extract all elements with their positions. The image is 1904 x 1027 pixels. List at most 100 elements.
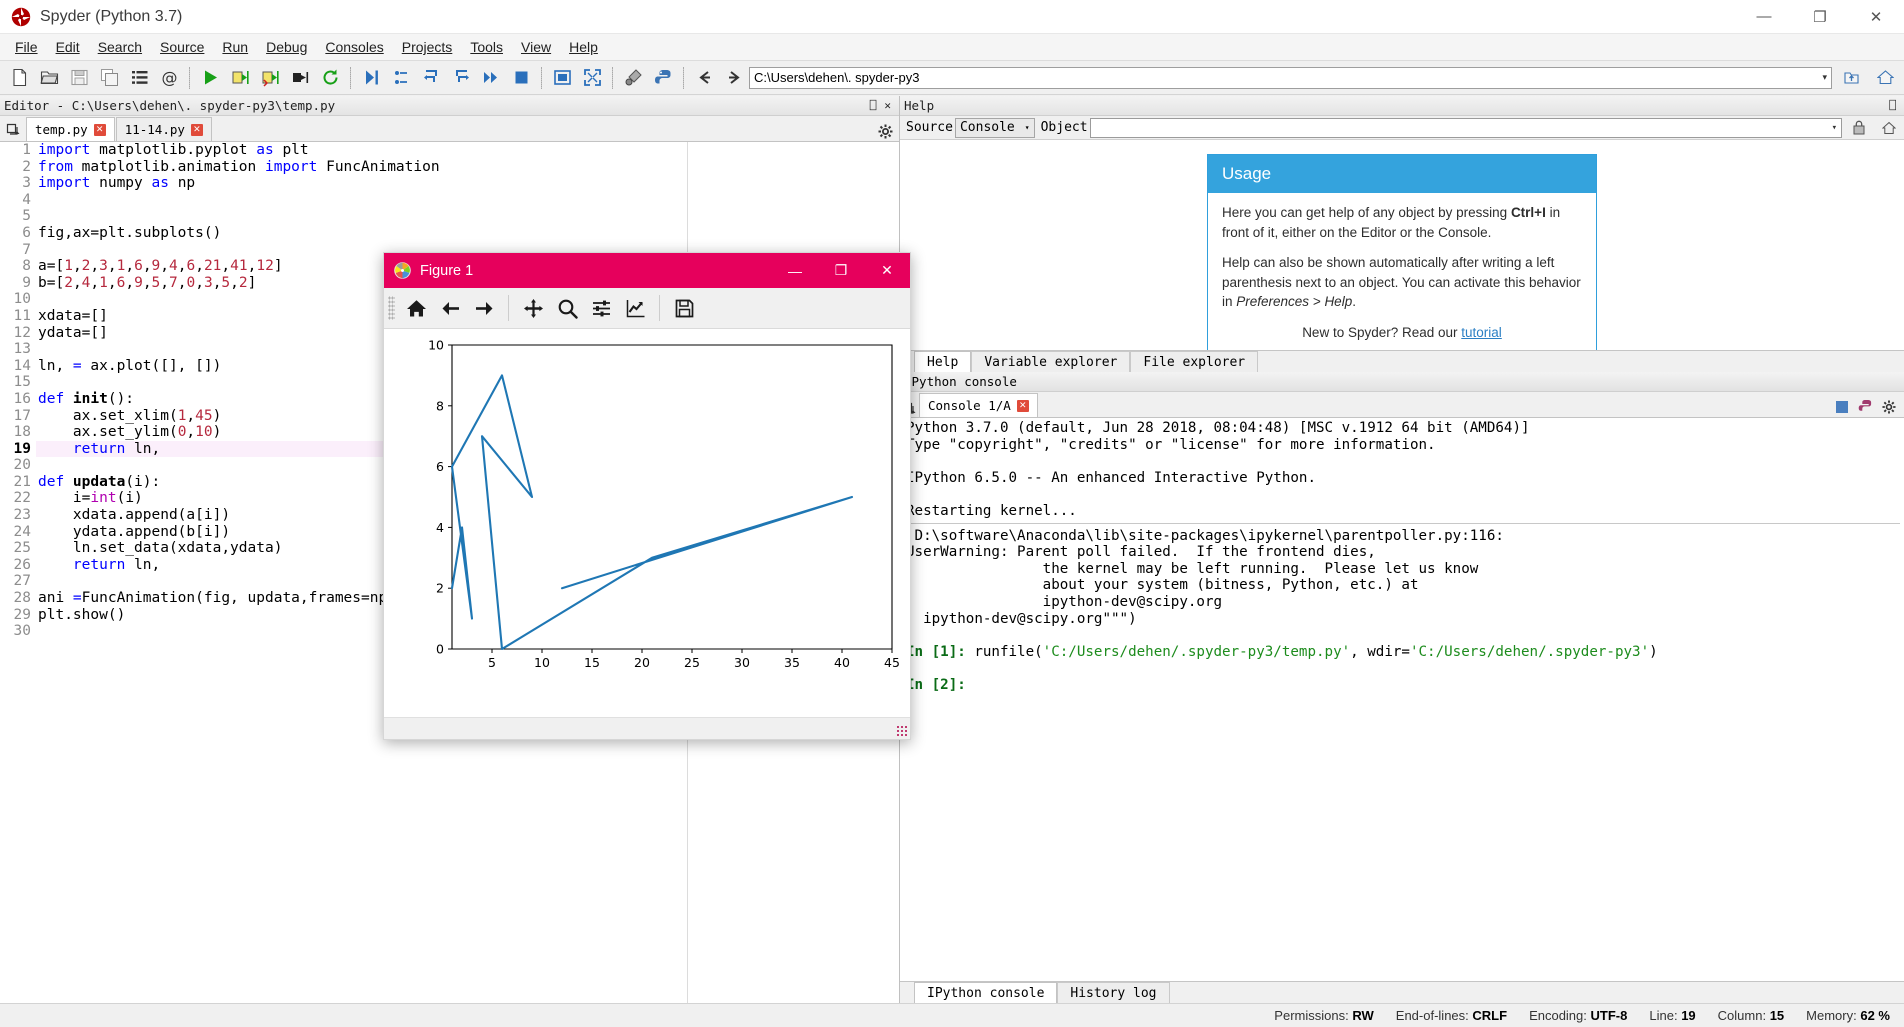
tab-file-explorer[interactable]: File explorer xyxy=(1130,351,1259,372)
code-text: ln, = ax.plot([], []) xyxy=(38,357,222,374)
menu-edit-label: Edit xyxy=(55,39,80,55)
run-selection-icon[interactable] xyxy=(285,64,315,92)
editor-tab-temp-py[interactable]: temp.py ✕ xyxy=(26,117,115,141)
step-into-icon[interactable] xyxy=(416,64,446,92)
zoom-icon[interactable] xyxy=(550,292,584,324)
parent-directory-icon[interactable] xyxy=(1836,64,1866,92)
source-select[interactable]: Console ▾ xyxy=(954,117,1035,138)
figure-canvas[interactable]: 0 2 4 6 8 10 5 10 15 20 25 30 35 40 45 xyxy=(384,329,910,717)
toolbar-drag-handle[interactable] xyxy=(388,296,395,320)
code-line[interactable]: 5 xyxy=(0,208,899,225)
help-content: Usage Here you can get help of any objec… xyxy=(900,140,1904,350)
home-icon[interactable] xyxy=(1874,114,1904,142)
object-input[interactable]: ▾ xyxy=(1089,117,1842,138)
tab-history-log[interactable]: History log xyxy=(1057,982,1170,1003)
menu-help[interactable]: Help xyxy=(560,36,607,58)
code-line[interactable]: 1 import matplotlib.pyplot as plt xyxy=(0,142,899,159)
figure-maximize-button[interactable]: ❐ xyxy=(818,253,864,288)
line-number: 14 xyxy=(0,357,36,375)
find-symbol-icon[interactable]: @ xyxy=(154,64,184,92)
menu-projects[interactable]: Projects xyxy=(393,36,462,58)
toolbar-separator-4 xyxy=(612,66,613,89)
resize-grip[interactable] xyxy=(896,725,908,737)
editor-tab-bar: temp.py ✕ 11-14.py ✕ xyxy=(0,116,899,142)
pythonpath-icon[interactable] xyxy=(1858,399,1873,414)
home-directory-icon[interactable] xyxy=(1870,64,1900,92)
code-text: import numpy as np xyxy=(38,175,196,192)
toolbar-separator xyxy=(189,66,190,89)
step-over-icon[interactable] xyxy=(386,64,416,92)
chevron-down-icon[interactable]: ▾ xyxy=(1822,72,1827,83)
save-figure-icon[interactable] xyxy=(667,292,701,324)
tab-ipython-console[interactable]: IPython console xyxy=(914,982,1058,1003)
tutorial-link[interactable]: tutorial xyxy=(1461,325,1502,340)
debug-file-icon[interactable] xyxy=(356,64,386,92)
toolbar-separator-5 xyxy=(683,66,684,89)
pythonpath-icon[interactable] xyxy=(648,64,678,92)
menu-file[interactable]: File xyxy=(6,36,47,58)
run-file-icon[interactable] xyxy=(195,64,225,92)
code-line[interactable]: 3 import numpy as np xyxy=(0,175,899,192)
step-return-icon[interactable] xyxy=(446,64,476,92)
home-icon[interactable] xyxy=(399,292,433,324)
working-directory-input[interactable]: C:\Users\dehen\. spyder-py3 ▾ xyxy=(749,66,1832,89)
continue-icon[interactable] xyxy=(476,64,506,92)
code-text: a=[1,2,3,1,6,9,4,6,21,41,12] xyxy=(38,258,283,275)
menu-run[interactable]: Run xyxy=(213,36,257,58)
pan-icon[interactable] xyxy=(516,292,550,324)
options-gear-icon[interactable] xyxy=(878,124,893,139)
save-all-icon[interactable] xyxy=(94,64,124,92)
menu-search[interactable]: Search xyxy=(89,36,151,58)
fullscreen-icon[interactable] xyxy=(577,64,607,92)
code-line[interactable]: 4 xyxy=(0,191,899,209)
close-icon[interactable]: ✕ xyxy=(190,123,203,136)
file-switcher-icon[interactable] xyxy=(124,64,154,92)
figure-minimize-button[interactable]: — xyxy=(772,253,818,288)
tab-help[interactable]: Help xyxy=(914,351,972,372)
new-file-icon[interactable] xyxy=(4,64,34,92)
figure-close-button[interactable]: ✕ xyxy=(864,253,910,288)
forward-arrow-icon[interactable] xyxy=(467,292,501,324)
chevron-down-icon[interactable]: ▾ xyxy=(1832,123,1837,133)
close-icon[interactable]: ✕ xyxy=(93,123,106,136)
minimize-button[interactable]: — xyxy=(1736,0,1792,34)
editor-tab-11-14-py[interactable]: 11-14.py ✕ xyxy=(115,117,212,141)
console-tab-1a[interactable]: Console 1/A ✕ xyxy=(919,393,1038,417)
browse-tabs-icon[interactable] xyxy=(2,119,26,141)
run-cell-icon[interactable] xyxy=(225,64,255,92)
back-icon[interactable] xyxy=(689,64,719,92)
close-button[interactable]: ✕ xyxy=(1848,0,1904,34)
rerun-icon[interactable] xyxy=(315,64,345,92)
forward-icon[interactable] xyxy=(719,64,749,92)
menu-view[interactable]: View xyxy=(512,36,560,58)
undock-icon[interactable]: ⎕ xyxy=(1889,99,1896,112)
stop-icon[interactable] xyxy=(1835,400,1849,414)
back-arrow-icon[interactable] xyxy=(433,292,467,324)
code-line[interactable]: 6 fig,ax=plt.subplots() xyxy=(0,224,899,242)
open-file-icon[interactable] xyxy=(34,64,64,92)
lock-icon[interactable] xyxy=(1844,114,1874,142)
code-line[interactable]: 2 from matplotlib.animation import FuncAn… xyxy=(0,158,899,176)
edit-axis-icon[interactable] xyxy=(618,292,652,324)
menu-edit[interactable]: Edit xyxy=(47,36,89,58)
close-icon[interactable]: ✕ xyxy=(884,99,891,112)
undock-icon[interactable]: ⎕ xyxy=(870,99,877,112)
line-number: 12 xyxy=(0,324,36,342)
close-icon[interactable]: ✕ xyxy=(1016,399,1029,412)
tab-variable-explorer[interactable]: Variable explorer xyxy=(971,351,1131,372)
preferences-icon[interactable] xyxy=(618,64,648,92)
console-output[interactable]: Python 3.7.0 (default, Jun 28 2018, 08:0… xyxy=(900,418,1904,981)
menu-source[interactable]: Source xyxy=(151,36,213,58)
stop-debug-icon[interactable] xyxy=(506,64,536,92)
maximize-button[interactable]: ❐ xyxy=(1792,0,1848,34)
maximize-pane-icon[interactable] xyxy=(547,64,577,92)
run-cell-advance-icon[interactable] xyxy=(255,64,285,92)
options-gear-icon[interactable] xyxy=(1882,399,1896,414)
configure-subplots-icon[interactable] xyxy=(584,292,618,324)
menu-debug[interactable]: Debug xyxy=(257,36,316,58)
console-prompt[interactable]: In [2]: xyxy=(906,677,1900,694)
save-file-icon[interactable] xyxy=(64,64,94,92)
menu-tools[interactable]: Tools xyxy=(461,36,512,58)
menu-consoles[interactable]: Consoles xyxy=(316,36,392,58)
